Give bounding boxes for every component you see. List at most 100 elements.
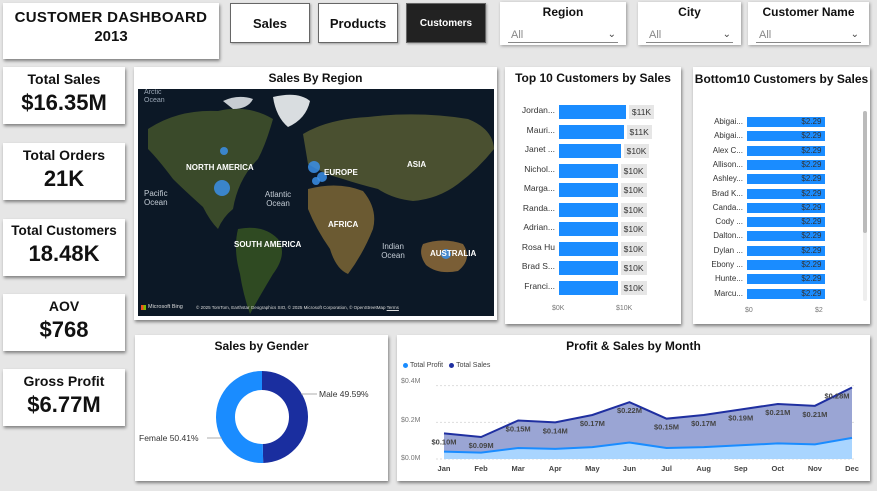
bar-category-label: Cody ...	[715, 217, 743, 227]
scrollbar-thumb[interactable]	[863, 111, 867, 233]
sales-data-label: $0.14M	[543, 426, 568, 435]
map-label-australia: AUSTRALIA	[430, 249, 477, 258]
bar[interactable]	[559, 202, 618, 217]
chevron-down-icon: ⌄	[850, 29, 859, 40]
x-tick-label: May	[585, 464, 600, 473]
customer-name-dropdown[interactable]: All ⌄	[756, 27, 861, 43]
world-map[interactable]: Arctic Ocean NORTH AMERICA EUROPE ASIA P…	[138, 89, 494, 316]
sales-by-gender-panel: Sales by Gender Male 49.59% Female 50.41…	[135, 335, 388, 481]
top10-axis-tick: $10K	[616, 305, 633, 312]
x-tick-label: Nov	[808, 464, 823, 473]
x-tick-label: Mar	[512, 464, 525, 473]
bar[interactable]	[559, 222, 618, 236]
map-label-indian: Indian Ocean	[381, 242, 405, 260]
bar[interactable]	[559, 144, 621, 158]
customer-name-slicer: Customer Name All ⌄	[748, 2, 869, 45]
bar-data-label: $10K	[620, 183, 647, 197]
sales-data-label: $0.17M	[691, 419, 716, 428]
bar-data-label: $2.29	[801, 159, 822, 169]
bar-category-label: Ebony ...	[711, 260, 743, 269]
sales-data-label: $0.17M	[580, 419, 605, 428]
gender-title: Sales by Gender	[214, 339, 309, 353]
sales-data-label: $0.19M	[728, 414, 753, 423]
map-label-arctic: Arctic Ocean	[144, 89, 165, 104]
kpi-value: $16.35M	[21, 90, 107, 115]
bar-category-label: Adrian...	[523, 222, 555, 232]
bar-data-label: $2.29	[801, 288, 822, 298]
sales-data-label: $0.09M	[469, 441, 494, 450]
x-tick-label: Apr	[549, 464, 562, 473]
region-dropdown[interactable]: All ⌄	[508, 27, 618, 43]
kpi-value: 18.48K	[28, 241, 100, 266]
bar-category-label: Ashley...	[712, 174, 743, 184]
top10-bar-chart: Jordan... $11K Mauri... $11K Janet ... $10K Ni…	[505, 67, 681, 324]
dashboard-year: 2013	[94, 28, 128, 45]
map-label-north-america: NORTH AMERICA	[186, 163, 254, 172]
bar[interactable]	[559, 105, 626, 119]
bar-data-label: $2.29	[801, 260, 822, 269]
sales-data-label: $0.21M	[765, 408, 790, 417]
bar-data-label: $2.29	[801, 217, 822, 227]
city-dropdown[interactable]: All ⌄	[646, 27, 733, 43]
bar-category-label: Allison...	[712, 159, 743, 169]
bar-category-label: Franci...	[524, 280, 555, 291]
bottom10-scrollbar[interactable]	[863, 111, 867, 301]
sales-data-label: $0.10M	[431, 437, 456, 446]
top10-axis-tick: $0K	[552, 305, 565, 312]
nav-products-button[interactable]: Products	[318, 3, 398, 43]
nav-customers-button[interactable]: Customers	[406, 3, 486, 43]
bar-category-label: Janet ...	[524, 144, 555, 154]
kpi-gross-profit: Gross Profit $6.77M	[3, 369, 125, 426]
terms-link[interactable]: Terms	[387, 305, 399, 310]
bar-category-label: Jordan...	[521, 105, 555, 115]
sales-data-label: $0.21M	[802, 410, 827, 419]
bar-category-label: Dalton...	[713, 231, 743, 241]
chevron-down-icon: ⌄	[722, 29, 731, 40]
kpi-value: 21K	[43, 166, 85, 191]
bar[interactable]	[559, 124, 624, 139]
x-tick-label: Jul	[661, 464, 672, 473]
monthly-area-svg: $0.10M $0.09M $0.15M $0.14M $0.17M $0.22M $0.1…	[431, 385, 859, 473]
kpi-aov: AOV $768	[3, 294, 125, 351]
bing-logo: Microsoft Bing	[141, 304, 183, 310]
map-label-africa: AFRICA	[328, 220, 359, 229]
bar-category-label: Dylan ...	[713, 245, 743, 255]
kpi-label: Total Orders	[22, 147, 106, 163]
bar-data-label: $10K	[623, 144, 650, 158]
map-attribution: © 2025 TomTom, Earthstar Geographics SIO…	[196, 305, 399, 310]
bar-data-label: $2.29	[801, 131, 822, 141]
donut-slice-female[interactable]	[215, 371, 264, 463]
kpi-value: $768	[39, 317, 89, 342]
x-tick-label: Oct	[772, 464, 785, 473]
bottom10-axis-tick: $0	[745, 307, 753, 314]
bar[interactable]	[559, 261, 618, 275]
bar-data-label: $2.29	[801, 188, 822, 198]
bar[interactable]	[559, 183, 618, 197]
city-slicer: City All ⌄	[638, 2, 741, 45]
female-label: Female 50.41%	[139, 433, 199, 443]
bar[interactable]	[559, 163, 618, 178]
map-label-pacific: Pacific Ocean	[144, 189, 168, 207]
nav-sales-button[interactable]: Sales	[230, 3, 310, 43]
kpi-label: Total Customers	[11, 223, 117, 238]
x-tick-label: Dec	[845, 464, 859, 473]
donut-slice-male[interactable]	[262, 371, 308, 463]
bar-category-label: Rosa Hu	[521, 241, 555, 252]
bar-data-label: $11K	[628, 105, 655, 119]
bar[interactable]	[559, 280, 618, 295]
bar-category-label: Alex C...	[712, 145, 743, 155]
bar-data-label: $11K	[626, 124, 652, 139]
x-tick-label: Aug	[696, 464, 711, 473]
bottom10-bar-chart: Abigai... $2.29 Abigai... $2.29 Alex C... $2.…	[693, 67, 861, 324]
bar-category-label: Canda...	[712, 202, 743, 212]
sales-data-label: $0.15M	[654, 423, 679, 432]
profit-sales-month-panel: Profit & Sales by Month Total Profit Tot…	[397, 335, 870, 481]
sales-data-label: $0.22M	[617, 406, 642, 415]
bar-category-label: Brad S...	[521, 261, 555, 271]
bar[interactable]	[559, 241, 618, 256]
bar-data-label: $10K	[620, 222, 647, 236]
bar-category-label: Randa...	[522, 202, 555, 213]
microsoft-logo-icon	[141, 304, 146, 310]
region-slicer: Region All ⌄	[500, 2, 626, 45]
kpi-label: Gross Profit	[23, 373, 105, 389]
